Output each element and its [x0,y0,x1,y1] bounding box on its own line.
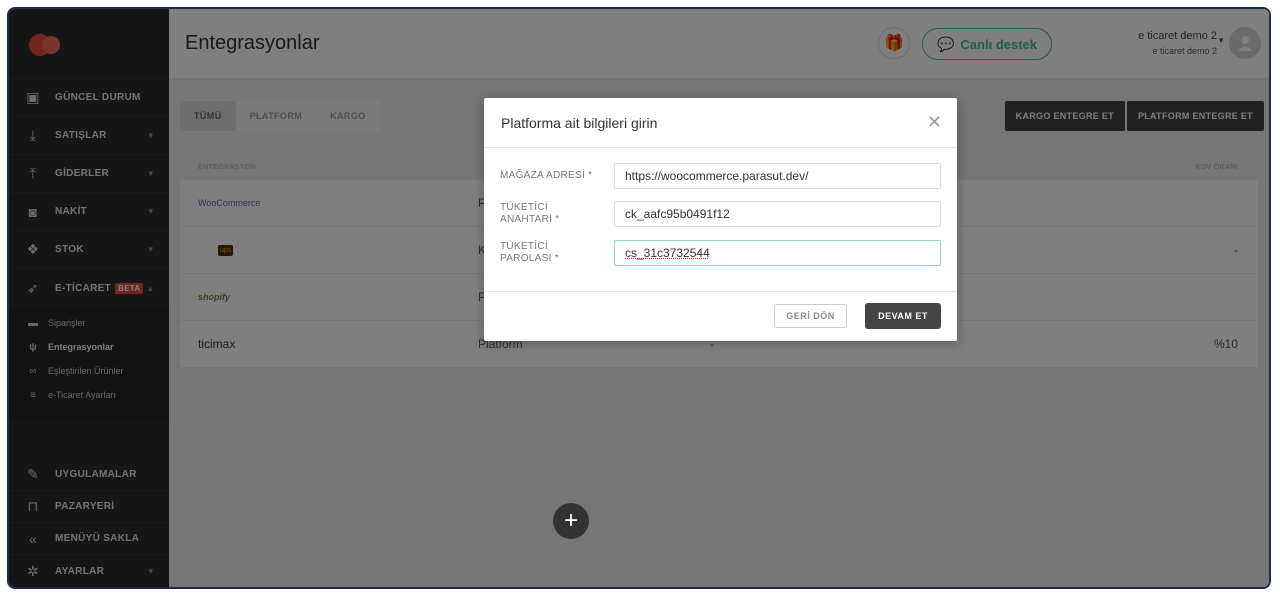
app-window: ▣ GÜNCEL DURUM ⤓ SATIŞLAR ▼ ⤒ GİDERLER ▼… [7,7,1271,589]
consumer-key-row: TÜKETİCİ ANAHTARI * ck_aafc95b0491f12 [500,200,941,228]
consumer-key-label: TÜKETİCİ ANAHTARI * [500,202,560,225]
store-address-input[interactable]: https://woocommerce.parasut.dev/ [614,163,941,189]
continue-button[interactable]: DEVAM ET [865,303,941,329]
platform-credentials-modal: Platforma ait bilgileri girin ✕ MAĞAZA A… [484,98,957,341]
store-address-row: MAĞAZA ADRESİ * https://woocommerce.para… [500,162,941,190]
add-button[interactable]: + [553,503,589,539]
consumer-secret-value: cs_31c3732544 [625,246,710,260]
back-button[interactable]: GERİ DÖN [774,304,847,328]
consumer-secret-input[interactable]: cs_31c3732544 [614,240,941,266]
consumer-key-input[interactable]: ck_aafc95b0491f12 [614,201,941,227]
consumer-secret-row: TÜKETİCİ PAROLASI * cs_31c3732544 [500,239,941,267]
close-icon[interactable]: ✕ [927,112,942,133]
modal-footer: GERİ DÖN DEVAM ET [484,291,957,341]
modal-title: Platforma ait bilgileri girin [484,98,957,148]
consumer-secret-label: TÜKETİCİ PAROLASI * [500,241,559,264]
store-address-label: MAĞAZA ADRESİ * [500,170,593,181]
